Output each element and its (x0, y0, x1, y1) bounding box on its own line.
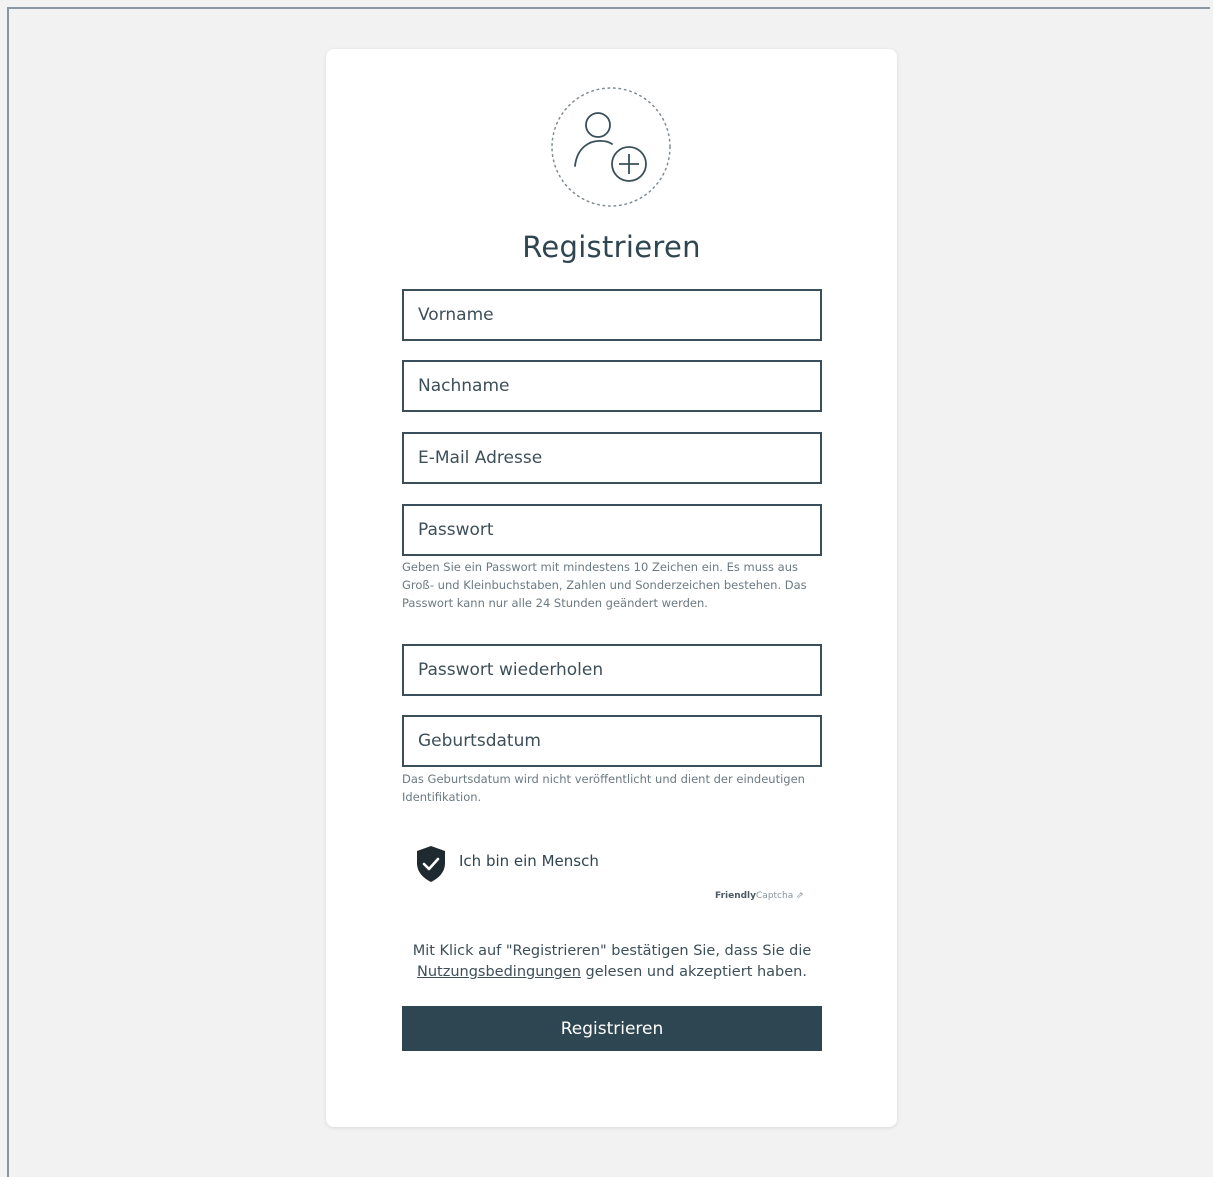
register-button[interactable]: Registrieren (402, 1006, 822, 1051)
shield-check-icon[interactable] (414, 844, 448, 884)
page-title: Registrieren (522, 230, 701, 264)
first-name-field-box (402, 289, 822, 341)
registration-card: Registrieren Geben Sie ein Passwort mit … (326, 49, 897, 1127)
external-link-icon: ⇗ (796, 891, 804, 901)
captcha-brand-strong: Friendly (715, 891, 757, 901)
birthdate-field-box (402, 715, 822, 767)
last-name-field-box (402, 360, 822, 412)
birthdate-input[interactable] (404, 717, 820, 765)
password-hint: Geben Sie ein Passwort mit mindestens 10… (402, 560, 807, 610)
password-repeat-field-box (402, 644, 822, 696)
birthdate-hint: Das Geburtsdatum wird nicht veröffentlic… (402, 772, 805, 804)
captcha-widget[interactable]: Ich bin ein Mensch (414, 844, 599, 884)
terms-link[interactable]: Nutzungsbedingungen (417, 964, 581, 980)
first-name-input[interactable] (404, 291, 820, 339)
password-field-box (402, 504, 822, 556)
last-name-input[interactable] (404, 362, 820, 410)
captcha-label: Ich bin ein Mensch (459, 852, 599, 870)
email-field-box (402, 432, 822, 484)
add-user-icon (550, 86, 672, 208)
captcha-brand-link[interactable]: FriendlyCaptcha ⇗ (715, 891, 804, 901)
password-input[interactable] (404, 506, 820, 554)
terms-text-before: Mit Klick auf "Registrieren" bestätigen … (412, 943, 812, 959)
captcha-brand-light: Captcha (756, 891, 794, 901)
email-input[interactable] (404, 434, 820, 482)
password-repeat-input[interactable] (404, 646, 820, 694)
terms-notice: Mit Klick auf "Registrieren" bestätigen … (386, 941, 838, 983)
terms-text-after: gelesen und akzeptiert haben. (585, 964, 807, 980)
